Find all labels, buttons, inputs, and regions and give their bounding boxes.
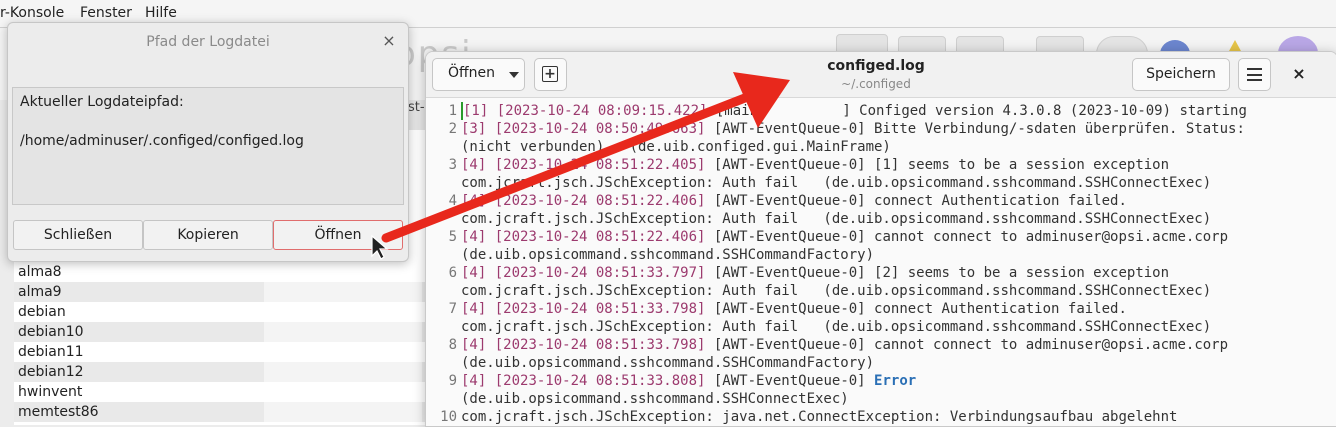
list-item[interactable]: debian12	[14, 362, 426, 382]
line-number: 10	[440, 409, 457, 425]
line-number: 9	[448, 373, 457, 389]
log-text: [1] [2023-10-24 08:09:15.422] [main ] Co…	[461, 102, 1247, 120]
document-title: configed.log	[827, 58, 925, 74]
line-number: 1	[448, 103, 457, 119]
open-menu-button[interactable]: Öffnen	[432, 58, 525, 91]
close-icon[interactable]: ×	[380, 32, 398, 50]
log-text: [4] [2023-10-24 08:51:22.406] [AWT-Event…	[461, 229, 1229, 245]
log-text: [4] [2023-10-24 08:51:33.797] [AWT-Event…	[461, 265, 1170, 281]
list-item[interactable]: debian10	[14, 322, 426, 342]
close-button[interactable]: Schließen	[13, 220, 143, 250]
chevron-down-icon	[509, 72, 519, 78]
list-item[interactable]: alma8	[14, 262, 426, 282]
log-text: [4] [2023-10-24 08:51:22.406] [AWT-Event…	[461, 193, 1127, 209]
log-text: [3] [2023-10-24 08:50:49.663] [AWT-Event…	[461, 121, 1245, 137]
path-label: Aktueller Logdateipfad:	[20, 94, 184, 110]
menu-konsole[interactable]: r-Konsole	[0, 5, 64, 21]
line-number: 7	[448, 301, 457, 317]
menu-fenster[interactable]: Fenster	[80, 5, 132, 21]
document-path: ~/.configed	[841, 77, 911, 91]
client-list: alma8 alma9 debian debian10 debian11 deb…	[14, 262, 426, 422]
log-text-view[interactable]: 1 [1] [2023-10-24 08:09:15.422] [main ] C…	[426, 98, 1336, 426]
open-label: Öffnen	[448, 65, 496, 81]
log-viewer-window: Öffnen + configed.log ~/.configed Speich…	[425, 51, 1336, 427]
log-text: [4] [2023-10-24 08:51:33.808] [AWT-Event…	[461, 373, 917, 389]
log-viewer-headerbar: Öffnen + configed.log ~/.configed Speich…	[426, 52, 1336, 98]
open-button[interactable]: Öffnen	[273, 220, 403, 250]
line-number: 4	[448, 193, 457, 209]
log-text: [4] [2023-10-24 08:51:22.405] [AWT-Event…	[461, 157, 1170, 173]
menu-hilfe[interactable]: Hilfe	[145, 5, 177, 21]
log-text: com.jcraft.jsch.JSchException: Auth fail…	[461, 319, 1212, 335]
copy-button[interactable]: Kopieren	[143, 220, 273, 250]
log-text: (de.uib.opsicommand.sshcommand.SSHConnec…	[461, 391, 849, 407]
hamburger-icon	[1247, 68, 1262, 81]
list-item[interactable]: memtest86	[14, 402, 426, 422]
line-number: 5	[448, 229, 457, 245]
log-text: com.jcraft.jsch.JSchException: Auth fail…	[461, 175, 1212, 191]
log-text: (de.uib.opsicommand.sshcommand.SSHComman…	[461, 247, 875, 263]
line-number: 6	[448, 265, 457, 281]
dialog-title: Pfad der Logdatei	[146, 34, 270, 50]
new-tab-button[interactable]: +	[534, 58, 567, 91]
path-value: /home/adminuser/.configed/configed.log	[20, 133, 304, 149]
log-text: com.jcraft.jsch.JSchException: java.net.…	[461, 409, 1178, 425]
line-number: 3	[448, 157, 457, 173]
list-item[interactable]: debian	[14, 302, 426, 322]
path-text-area[interactable]: Aktueller Logdateipfad: /home/adminuser/…	[12, 87, 404, 205]
line-number: 2	[448, 121, 457, 137]
log-text: [4] [2023-10-24 08:51:33.798] [AWT-Event…	[461, 337, 1229, 353]
log-text: (nicht verbunden) (de.uib.configed.gui.M…	[461, 139, 891, 155]
list-item[interactable]: alma9	[14, 282, 426, 302]
close-icon[interactable]: ×	[1289, 64, 1309, 84]
list-item[interactable]: debian11	[14, 342, 426, 362]
log-text: (de.uib.opsicommand.sshcommand.SSHComman…	[461, 355, 875, 371]
list-item[interactable]: hwinvent	[14, 382, 426, 402]
line-number: 8	[448, 337, 457, 353]
log-text: [4] [2023-10-24 08:51:33.798] [AWT-Event…	[461, 301, 1127, 317]
log-text: com.jcraft.jsch.JSchException: Auth fail…	[461, 283, 1212, 299]
new-tab-icon: +	[542, 66, 558, 82]
log-text: com.jcraft.jsch.JSchException: Auth fail…	[461, 211, 1212, 227]
logfile-path-dialog: Pfad der Logdatei × Aktueller Logdateipf…	[7, 22, 409, 262]
main-menu-button[interactable]	[1238, 58, 1271, 91]
save-button[interactable]: Speichern	[1132, 58, 1230, 91]
